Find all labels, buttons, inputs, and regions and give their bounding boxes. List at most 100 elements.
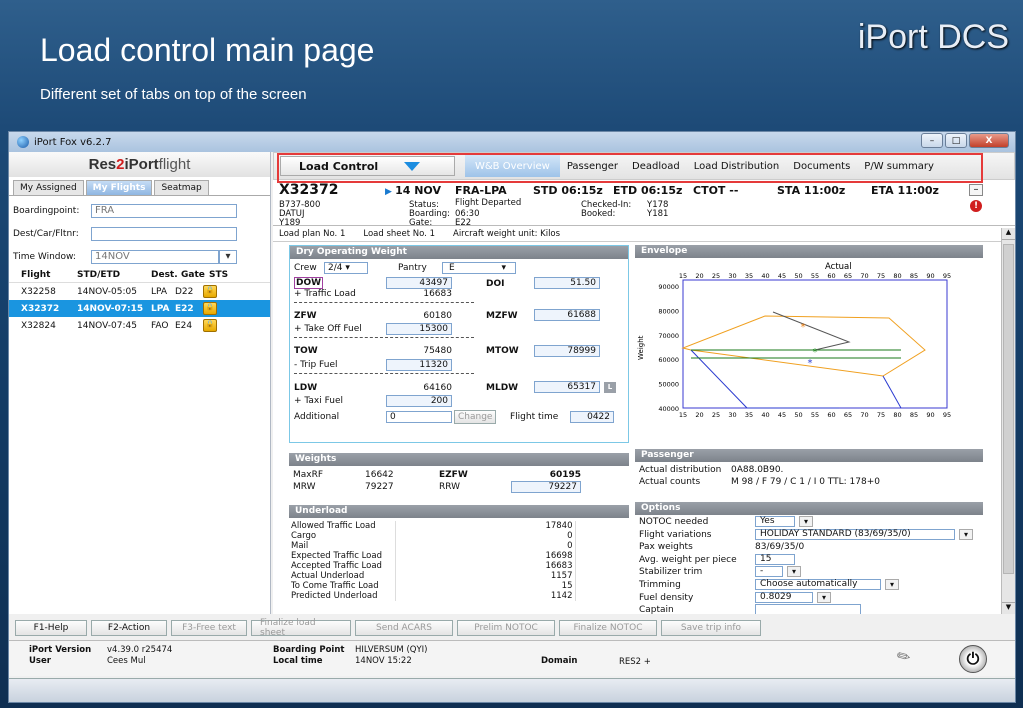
option-value[interactable]: Choose automatically [755, 578, 881, 590]
chevron-down-icon[interactable]: ▾ [959, 528, 973, 540]
envelope-chart: Actual Weight * * * 15 15 20 20 25 25 30 30 35 35… [637, 262, 951, 419]
finalize-load-sheet-button[interactable]: Finalize load sheet [251, 618, 351, 638]
window-bottom-bar [9, 678, 1015, 702]
eta: ETA 11:00z [871, 184, 939, 197]
x-tick-label: 25 [712, 411, 720, 419]
option-value[interactable]: 0.8029 [755, 591, 813, 603]
collapse-header-button[interactable]: – [969, 184, 983, 196]
option-value: 83/69/35/0 [755, 542, 804, 552]
option-value[interactable]: Yes [755, 516, 795, 527]
option-value[interactable]: HOLIDAY STANDARD (83/69/35/0) [755, 528, 955, 540]
envelope-panel: Envelope Actual Weight * * * 15 15 20 20 25 2… [635, 245, 983, 427]
col-gate: Gate [181, 270, 205, 280]
underload-row: Predicted Underload 1142 [289, 591, 576, 601]
underload-row: Expected Traffic Load 16698 [289, 551, 576, 561]
x-tick-label: 85 [910, 411, 918, 419]
chevron-down-icon[interactable]: ▾ [787, 566, 801, 578]
underload-value: 1157 [395, 571, 576, 581]
flight-time-label: Flight time [510, 412, 559, 422]
mrw-label: MRW [293, 482, 316, 492]
alert-icon[interactable]: ! [970, 200, 982, 212]
tab-seatmap[interactable]: Seatmap [154, 180, 209, 195]
option-value[interactable]: - [755, 566, 783, 578]
etd: ETD 06:15z [613, 184, 683, 197]
mrw-value: 79227 [365, 482, 394, 492]
flight-number: X32258 [21, 286, 56, 297]
flight-row[interactable]: X32372 14NOV-07:15 LPA E22 🔒 [9, 300, 270, 317]
takeoff-fuel-input[interactable]: 15300 [386, 323, 452, 335]
minimize-button[interactable]: – [921, 133, 943, 148]
envelope-ylabel: Weight [637, 335, 645, 360]
option-value[interactable] [755, 604, 861, 614]
scroll-up-icon[interactable]: ▲ [1002, 228, 1015, 240]
boardingpoint-input[interactable]: FRA [91, 204, 237, 218]
maximize-button[interactable]: □ [945, 133, 967, 148]
domain-label: Domain [541, 656, 578, 666]
underload-row: Cargo 0 [289, 531, 576, 541]
x-tick-label: 70 [860, 272, 868, 280]
separator [294, 373, 474, 374]
underload-value: 16683 [395, 561, 576, 571]
lock-icon: 🔒 [203, 285, 217, 298]
option-label: Pax weights [639, 542, 693, 553]
pantry-select[interactable]: E ▾ [442, 262, 516, 274]
x-tick-label: 40 [761, 411, 769, 419]
underload-row: Actual Underload 1157 [289, 571, 576, 581]
logo-flight: flight [158, 156, 191, 173]
dow-label[interactable]: DOW [294, 277, 324, 289]
load-control-dropdown[interactable]: Load Control [280, 156, 455, 176]
slide-title: Load control main page [40, 32, 375, 68]
logo-res: Res [88, 156, 117, 173]
dest-input[interactable] [91, 227, 237, 241]
crew-select[interactable]: 2/4 ▾ [324, 262, 368, 274]
chevron-down-icon[interactable]: ▾ [799, 516, 813, 527]
main-scrollbar[interactable]: ▲ ▼ [1001, 228, 1015, 614]
trip-fuel-label: - Trip Fuel [294, 360, 338, 370]
underload-row: Accepted Traffic Load 16683 [289, 561, 576, 571]
trip-fuel-input[interactable]: 11320 [386, 359, 452, 371]
save-trip-info-button[interactable]: Save trip info [661, 620, 761, 636]
finalize-notoc-button[interactable]: Finalize NOTOC [559, 620, 657, 636]
app-globe-icon [17, 136, 29, 148]
pantry-label: Pantry [398, 263, 427, 273]
mzfw-label: MZFW [486, 311, 518, 321]
ldw-marker: * [808, 358, 813, 369]
option-label: NOTOC needed [639, 517, 709, 527]
additional-input[interactable]: 0 [386, 411, 452, 423]
underload-value: 0 [395, 541, 576, 551]
taxi-fuel-label: + Taxi Fuel [294, 396, 344, 406]
local-time-value: 14NOV 15:22 [355, 656, 412, 666]
send-acars-button[interactable]: Send ACARS [355, 620, 453, 636]
f2-action-button[interactable]: F2-Action [91, 620, 167, 636]
dow-panel-title: Dry Operating Weight [290, 246, 628, 259]
tab-my-flights[interactable]: My Flights [85, 180, 153, 195]
chevron-down-icon[interactable]: ▾ [885, 578, 899, 590]
timewindow-dropdown-icon[interactable]: ▾ [219, 250, 237, 264]
flight-list-tabs: My Assigned My Flights Seatmap [9, 177, 270, 196]
mldw-value: 65317 [534, 381, 600, 393]
prelim-notoc-button[interactable]: Prelim NOTOC [457, 620, 555, 636]
underload-label: Actual Underload [289, 571, 396, 581]
underload-value: 16698 [395, 551, 576, 561]
f1-help-button[interactable]: F1-Help [15, 620, 87, 636]
pin-icon[interactable]: ✎ [893, 645, 914, 668]
option-value-text: HOLIDAY STANDARD (83/69/35/0) [760, 528, 911, 539]
change-button[interactable]: Change [454, 410, 497, 424]
sta: STA 11:00z [777, 184, 846, 197]
flight-row[interactable]: X32258 14NOV-05:05 LPA D22 🔒 [9, 283, 270, 300]
tab-my-assigned[interactable]: My Assigned [13, 180, 84, 195]
close-button[interactable]: X [969, 133, 1009, 148]
chevron-down-icon[interactable]: ▾ [817, 591, 831, 603]
x-tick-label: 50 [794, 272, 802, 280]
scrollbar-thumb[interactable] [1003, 244, 1014, 574]
timewindow-select[interactable]: 14NOV [91, 250, 219, 264]
option-value[interactable]: 15 [755, 553, 795, 565]
underload-label: To Come Traffic Load [289, 581, 396, 591]
taxi-fuel-input[interactable]: 200 [386, 395, 452, 407]
power-icon[interactable]: ⏻ [959, 645, 987, 673]
ctot: CTOT -- [693, 184, 739, 197]
scroll-down-icon[interactable]: ▼ [1002, 602, 1015, 614]
f3-free-text-button[interactable]: F3-Free text [171, 620, 247, 636]
flight-row[interactable]: X32824 14NOV-07:45 FAO E24 🔒 [9, 317, 270, 334]
option-label: Flight variations [639, 529, 712, 540]
